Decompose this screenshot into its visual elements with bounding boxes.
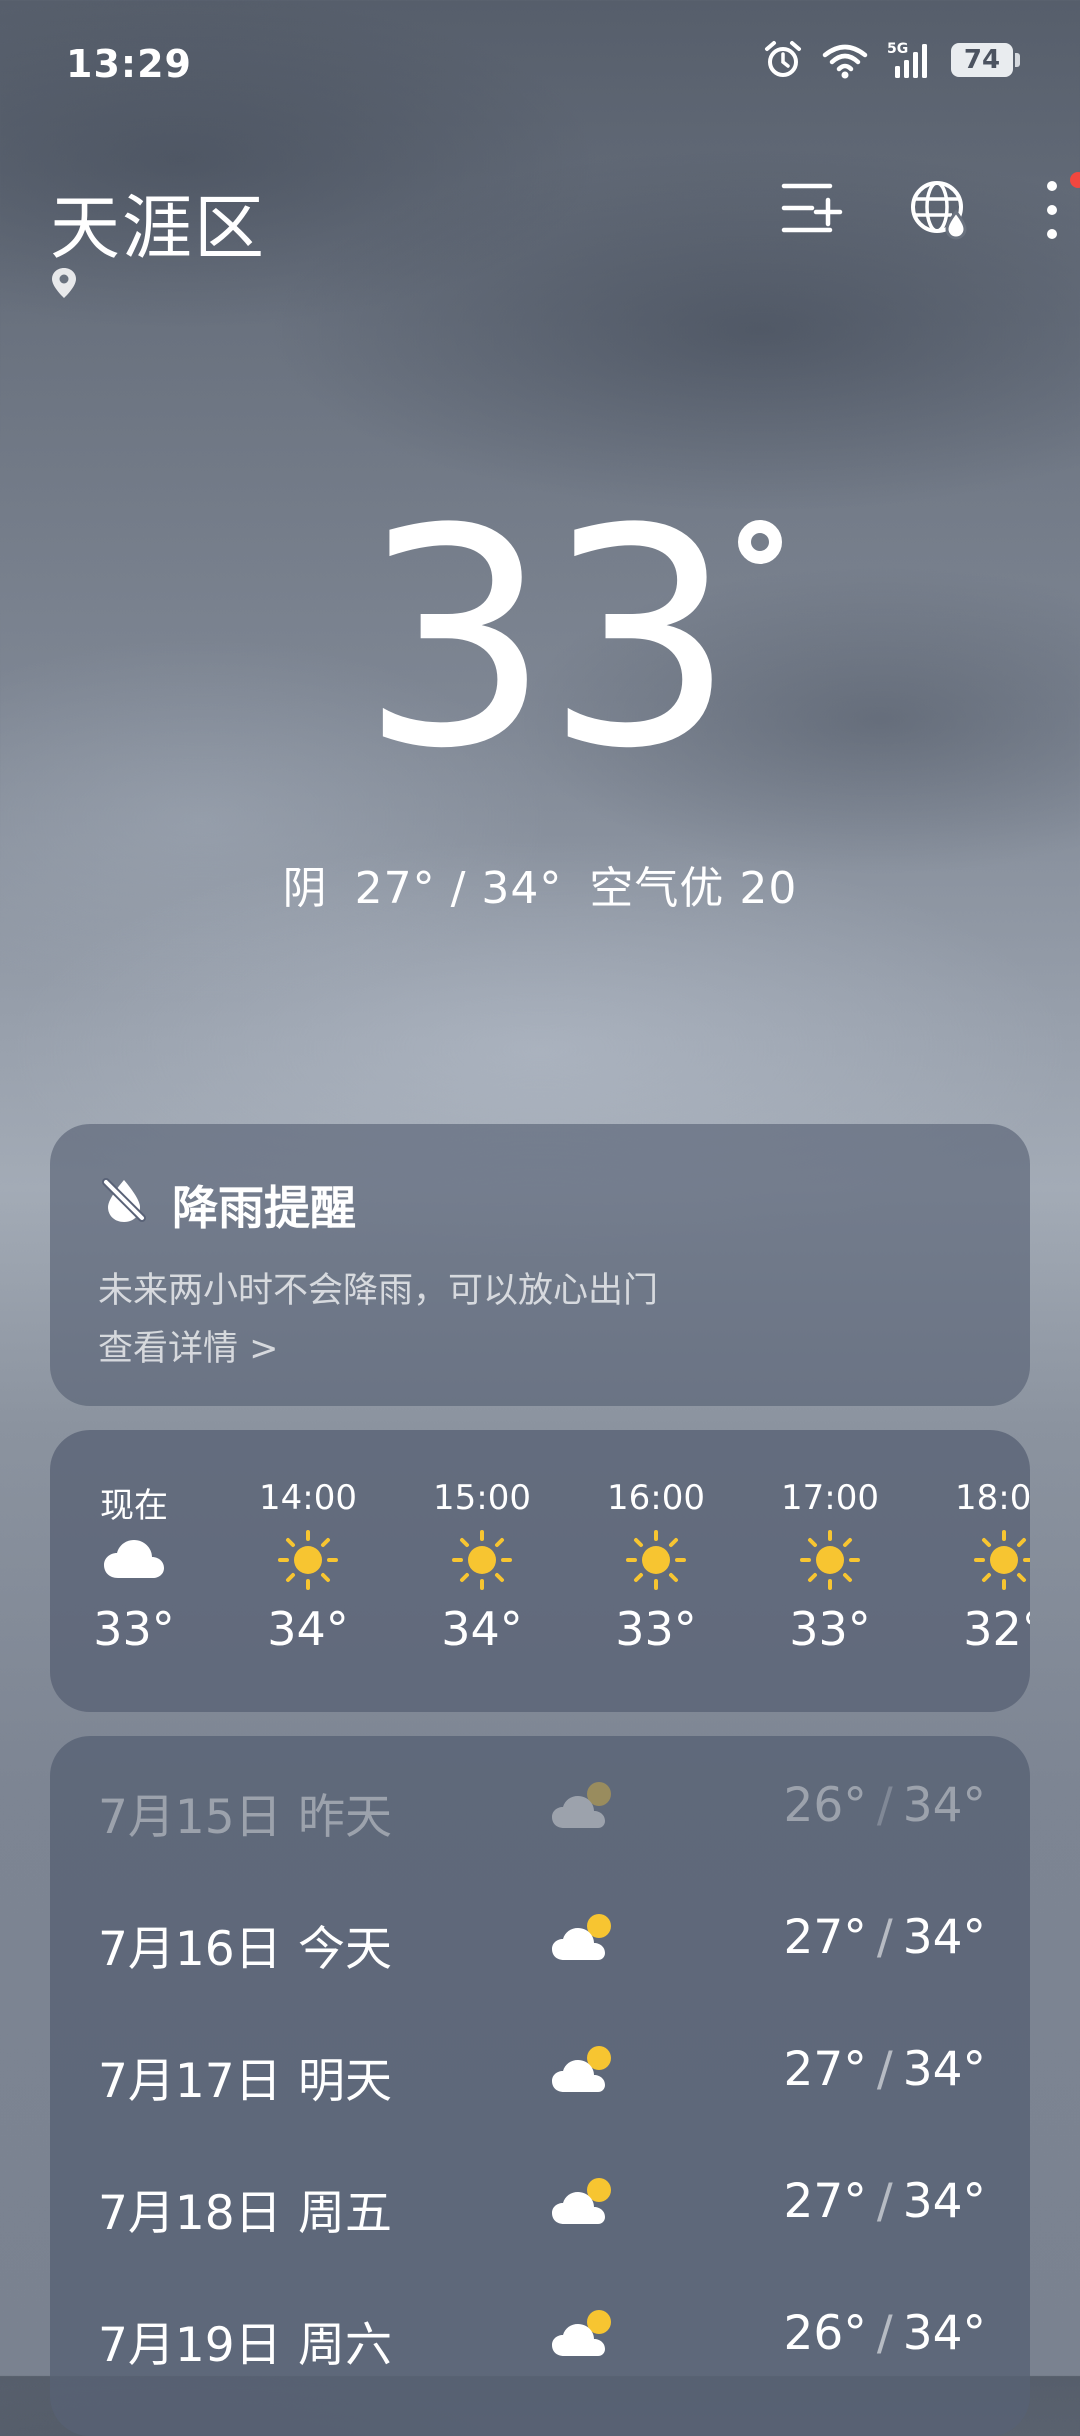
day-high: 34° (902, 2042, 986, 2097)
hour-temp: 33° (789, 1602, 871, 1656)
day-low: 26° (783, 1778, 867, 1833)
partly-cloudy-icon (552, 1782, 611, 1828)
header-actions (680, 172, 1080, 248)
day-name: 明天 (298, 2054, 392, 2109)
day-high: 34° (902, 2306, 986, 2361)
status-time: 13:29 (66, 42, 192, 86)
sun-icon (974, 1530, 1030, 1590)
battery-tip (1015, 53, 1020, 67)
day-name: 周六 (298, 2318, 392, 2373)
daily-row[interactable]: 7月16日 今天 27°/34° (50, 1890, 1030, 1980)
hour-temp: 32° (963, 1602, 1030, 1656)
partly-cloudy-icon (552, 2046, 611, 2092)
sun-icon (278, 1530, 338, 1590)
degree-symbol (738, 520, 782, 564)
day-low: 26° (783, 2306, 867, 2361)
location-pin-icon (52, 268, 76, 298)
daily-row[interactable]: 7月18日 周五 27°/34° (50, 2154, 1030, 2244)
air-quality[interactable]: 空气优 20 (589, 863, 797, 914)
day-temp-range: 27°/34° (783, 2174, 986, 2229)
hour-temp: 34° (267, 1602, 349, 1656)
hourly-item: 18:00 32° (944, 1478, 1030, 1656)
daily-forecast-card[interactable]: 7月15日 昨天 26°/34° 7月16日 今天 27°/34° 7月17日 … (50, 1736, 1030, 2436)
status-icons: 5G 74 (763, 40, 1020, 80)
hour-time: 16:00 (607, 1478, 705, 1518)
alarm-icon (765, 41, 801, 77)
hourly-item: 16:00 33° (596, 1478, 716, 1656)
hour-temp: 33° (615, 1602, 697, 1656)
day-high: 34° (902, 2174, 986, 2229)
sun-icon (452, 1530, 512, 1590)
day-name: 周五 (298, 2186, 392, 2241)
hourly-item: 15:00 34° (422, 1478, 542, 1656)
hour-temp: 34° (441, 1602, 523, 1656)
hourly-item: 现在 33° (74, 1478, 194, 1656)
hourly-forecast-card[interactable]: 现在 33° 14:00 34° 15:00 34° 16:00 33° 17:… (50, 1430, 1030, 1712)
battery-level: 74 (963, 45, 1001, 75)
hour-time: 15:00 (433, 1478, 531, 1518)
cellular-5g-icon: 5G (887, 41, 927, 78)
day-name: 今天 (298, 1922, 392, 1977)
day-high: 34° (902, 1778, 986, 1833)
wifi-icon (822, 44, 868, 79)
hour-time: 14:00 (259, 1478, 357, 1518)
day-date: 7月19日 (98, 2318, 282, 2373)
daily-row[interactable]: 7月17日 明天 27°/34° (50, 2022, 1030, 2112)
day-date: 7月18日 (98, 2186, 282, 2241)
day-date: 7月16日 (98, 1922, 282, 1977)
current-condition: 阴 (282, 863, 328, 914)
day-temp-range: 27°/34° (783, 2042, 986, 2097)
day-low: 27° (783, 1910, 867, 1965)
no-rain-icon (102, 1178, 146, 1222)
sun-icon (626, 1530, 686, 1590)
rain-alert-card[interactable]: 降雨提醒 未来两小时不会降雨，可以放心出门 查看详情 > (50, 1124, 1030, 1406)
daily-row[interactable]: 7月15日 昨天 26°/34° (50, 1758, 1030, 1848)
cloud-icon (104, 1540, 164, 1578)
hour-time: 17:00 (781, 1478, 879, 1518)
day-low: 27° (783, 2042, 867, 2097)
hour-time: 18:00 (955, 1478, 1030, 1518)
city-name[interactable]: 天涯区 (50, 172, 266, 273)
rain-alert-description: 未来两小时不会降雨，可以放心出门 (98, 1271, 659, 1311)
hourly-item: 17:00 33° (770, 1478, 890, 1656)
notification-dot (1070, 172, 1080, 188)
partly-cloudy-icon (552, 2310, 611, 2356)
day-temp-range: 26°/34° (783, 2306, 986, 2361)
weather-summary: 阴 27° / 34° 空气优 20 (0, 852, 1080, 916)
battery-icon: 74 (951, 43, 1013, 77)
daily-row[interactable]: 7月19日 周六 26°/34° (50, 2286, 1030, 2376)
today-low-high: 27° / 34° (354, 863, 563, 914)
day-temp-range: 26°/34° (783, 1778, 986, 1833)
globe-weather-icon[interactable] (908, 178, 972, 242)
manage-cities-icon[interactable] (780, 178, 844, 238)
hour-time: 现在 (100, 1486, 168, 1526)
day-low: 27° (783, 2174, 867, 2229)
status-bar: 13:29 5G 74 (0, 0, 1080, 128)
day-date: 7月15日 (98, 1790, 282, 1845)
hourly-item: 14:00 34° (248, 1478, 368, 1656)
day-temp-range: 27°/34° (783, 1910, 986, 1965)
hour-temp: 33° (93, 1602, 175, 1656)
day-name: 昨天 (298, 1790, 392, 1845)
partly-cloudy-icon (552, 1914, 611, 1960)
rain-alert-title: 降雨提醒 (172, 1181, 356, 1235)
partly-cloudy-icon (552, 2178, 611, 2224)
day-date: 7月17日 (98, 2054, 282, 2109)
current-temperature: 33 (360, 465, 736, 814)
sun-icon (800, 1530, 860, 1590)
svg-text:5G: 5G (887, 41, 908, 57)
day-high: 34° (902, 1910, 986, 1965)
view-details-link[interactable]: 查看详情 > (98, 1320, 278, 1371)
